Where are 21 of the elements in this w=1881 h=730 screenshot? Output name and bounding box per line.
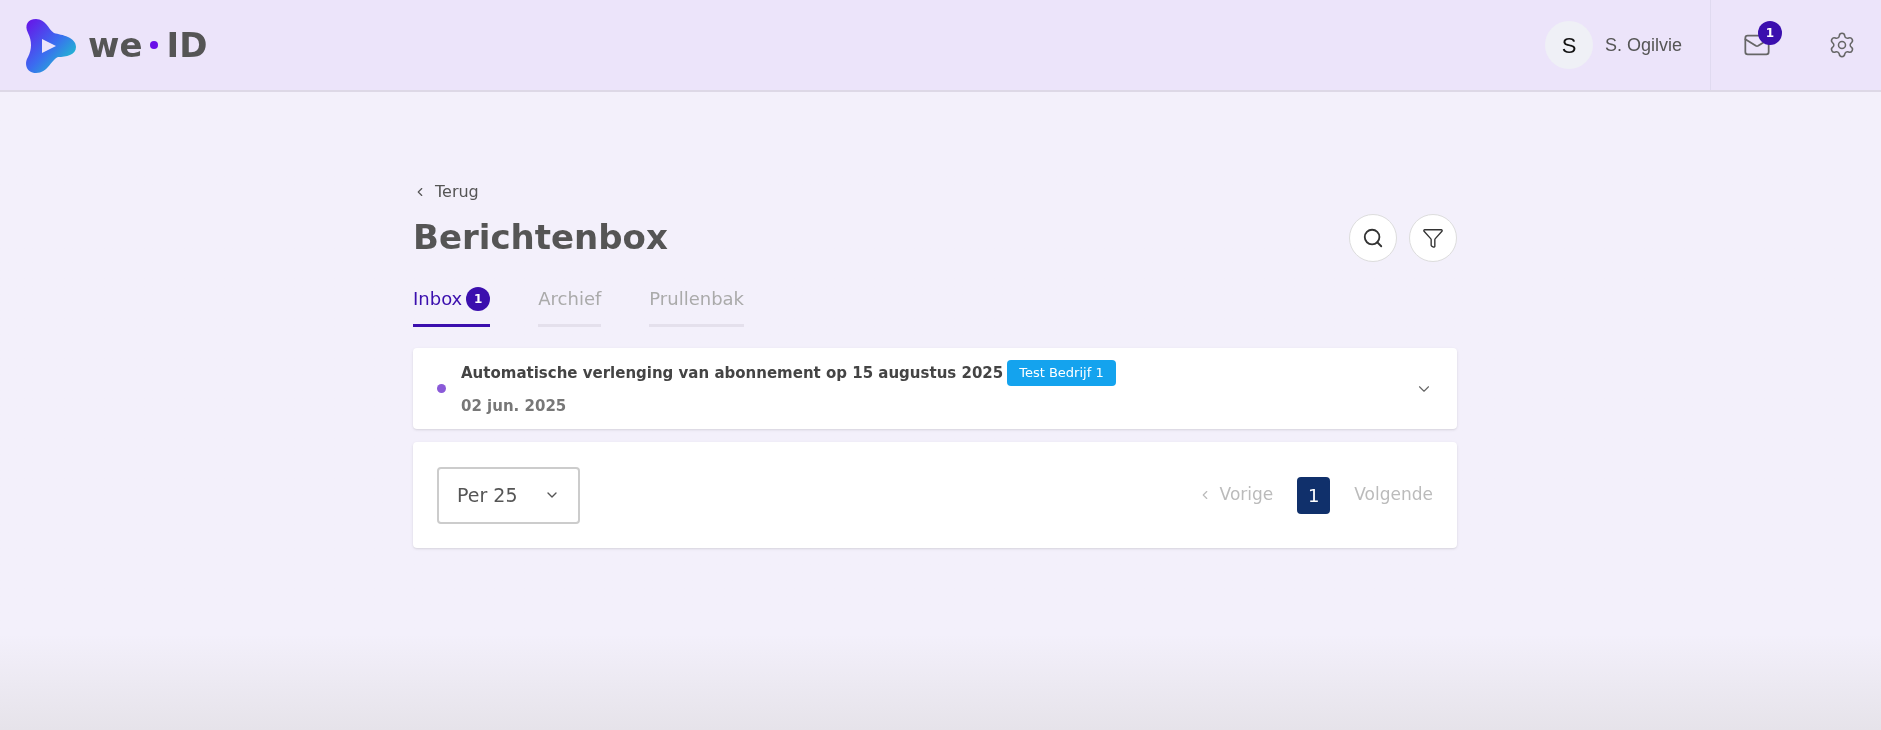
back-link[interactable]: Terug bbox=[413, 180, 479, 204]
company-tag: Test Bedrijf 1 bbox=[1007, 360, 1116, 386]
filter-icon bbox=[1422, 226, 1444, 249]
logo-text: we bbox=[88, 28, 143, 62]
page-title: Berichtenbox bbox=[413, 216, 668, 259]
per-page-select[interactable]: Per 25 bbox=[437, 466, 580, 524]
search-button[interactable] bbox=[1349, 213, 1397, 262]
mail-button[interactable]: 1 bbox=[1711, 0, 1803, 90]
page-button[interactable]: 1 bbox=[1297, 476, 1331, 514]
tab[interactable]: Inbox 1 bbox=[413, 285, 491, 327]
settings-icon bbox=[1828, 31, 1856, 59]
message-date: 02 jun. 2025 bbox=[461, 395, 568, 417]
notification-badge: 1 bbox=[1758, 21, 1782, 45]
message-card[interactable]: Automatische verlenging van abonnement op 15 augustus 2025 Test Bedrijf 1 02 jun. 2025 bbox=[413, 348, 1457, 429]
filter-button[interactable] bbox=[1409, 213, 1457, 262]
message-subject: Automatische verlenging van abonnement op 15 augustus 2025 bbox=[461, 362, 1004, 384]
search-icon bbox=[1362, 226, 1384, 249]
avatar[interactable]: S bbox=[1544, 21, 1593, 69]
count-badge: 1 bbox=[466, 286, 491, 311]
user-name[interactable]: S. Ogilvie bbox=[1604, 31, 1682, 59]
logo-text: ID bbox=[166, 28, 208, 62]
